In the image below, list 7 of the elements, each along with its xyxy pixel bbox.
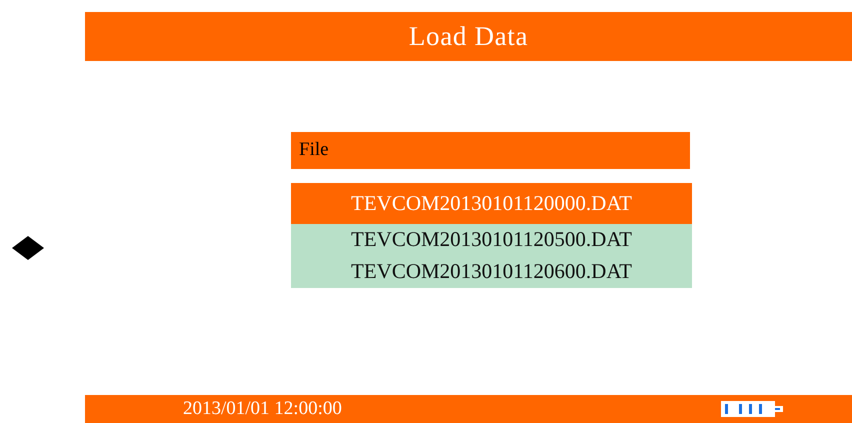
battery-icon <box>721 401 785 417</box>
file-list-item[interactable]: TEVCOM20130101120600.DAT <box>291 256 692 288</box>
file-column-header: File <box>291 132 690 169</box>
page-title: Load Data <box>408 20 528 54</box>
diamond-icon <box>12 236 44 260</box>
date-time: 2013/01/01 12:00:00 <box>183 396 342 421</box>
file-list-item[interactable]: TEVCOM20130101120500.DAT <box>291 224 692 256</box>
